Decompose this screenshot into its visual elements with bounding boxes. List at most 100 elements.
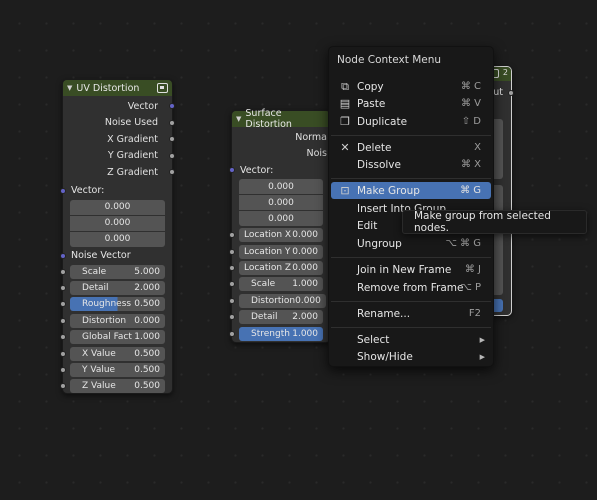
field-value: 1.000 — [134, 332, 160, 343]
field-label: Scale — [251, 279, 276, 290]
menu-separator — [331, 257, 491, 258]
field-label: Distortion — [251, 295, 296, 306]
menu-item-shortcut: ⌥ P — [460, 282, 481, 293]
value-input-socket[interactable] — [60, 383, 66, 390]
field-label: Location Y — [244, 246, 291, 257]
surface-distortion-node[interactable]: ▼ Surface Distortion Norma Nois Vector: … — [229, 108, 331, 343]
field-value: 0.500 — [134, 348, 160, 359]
value-output-socket[interactable] — [169, 119, 175, 126]
detail-field[interactable]: Detail 2.000 — [70, 281, 165, 296]
menu-item-shortcut: ⌘ J — [464, 264, 481, 275]
vector-z-field[interactable]: 0.000 — [70, 231, 165, 247]
menu-item-label: Copy — [357, 80, 384, 93]
field-label: Scale — [82, 266, 107, 277]
menu-item-label: Dissolve — [357, 158, 401, 171]
value-input-socket[interactable] — [229, 264, 235, 271]
value-input-socket[interactable] — [60, 285, 66, 292]
value-input-socket[interactable] — [60, 268, 66, 275]
property-row: Strength 1.000 — [229, 325, 330, 341]
rename-menu-item[interactable]: Rename... F2 — [331, 305, 491, 322]
menu-separator — [331, 178, 491, 179]
roughness-field[interactable]: Roughness 0.500 — [70, 297, 165, 312]
global-factor-field[interactable]: Global Fact 1.000 — [70, 330, 165, 345]
node-header[interactable]: ▼ UV Distortion — [63, 80, 172, 96]
field-value: 5.000 — [134, 266, 160, 277]
node-context-menu: Node Context Menu ⧉ Copy ⌘ C ▤ Paste ⌘ V… — [328, 46, 494, 367]
field-label: Strength — [251, 328, 290, 339]
output-socket-row: X Gradient — [63, 131, 175, 148]
menu-item-label: Delete — [357, 141, 392, 154]
copy-menu-item[interactable]: ⧉ Copy ⌘ C — [331, 78, 491, 95]
make-group-menu-item[interactable]: ⊡ Make Group ⌘ G — [331, 182, 491, 199]
vector-x-field[interactable]: 0.000 — [70, 199, 165, 215]
vector-z-field[interactable]: 0.000 — [239, 211, 323, 226]
scale-field[interactable]: Scale 5.000 — [70, 264, 165, 279]
property-row: Distortion 0.000 — [60, 313, 172, 329]
property-row: Global Fact 1.000 — [60, 329, 172, 345]
join-in-new-frame-menu-item[interactable]: Join in New Frame ⌘ J — [331, 261, 491, 278]
y-value-field[interactable]: Y Value 0.500 — [70, 363, 165, 378]
input-label: Noise Vector — [71, 250, 131, 261]
value-input-socket[interactable] — [60, 367, 66, 374]
value-input-socket[interactable] — [60, 317, 66, 324]
node-header[interactable]: ▼ Surface Distortion — [232, 108, 330, 130]
output-label: Z Gradient — [107, 166, 158, 178]
field-value: 0.000 — [134, 315, 160, 326]
value-input-socket[interactable] — [60, 301, 66, 308]
field-value: 0.000 — [292, 262, 318, 273]
value-output-socket[interactable] — [169, 152, 175, 159]
output-label: Norma — [295, 131, 327, 143]
detail-field[interactable]: Detail 2.000 — [239, 310, 323, 325]
node-group-icon[interactable] — [157, 83, 168, 93]
field-label: X Value — [82, 348, 116, 359]
show-hide-submenu-item[interactable]: Show/Hide ▶ — [331, 348, 491, 365]
location-z-field[interactable]: Location Z 0.000 — [239, 260, 323, 275]
value-output-socket[interactable] — [169, 169, 175, 176]
location-y-field[interactable]: Location Y 0.000 — [239, 244, 323, 259]
distortion-field[interactable]: Distortion 0.000 — [70, 313, 165, 328]
vector-y-field[interactable]: 0.000 — [70, 215, 165, 231]
vector-input-socket[interactable] — [60, 252, 66, 259]
distortion-field[interactable]: Distortion 0.000 — [239, 293, 326, 308]
submenu-arrow-icon: ▶ — [479, 335, 485, 344]
uv-distortion-node[interactable]: ▼ UV Distortion Vector Noise Used X Grad… — [60, 79, 175, 394]
value-input-socket[interactable] — [229, 232, 235, 239]
z-value-field[interactable]: Z Value 0.500 — [70, 379, 165, 394]
menu-item-label: Edit — [357, 219, 378, 232]
vector-input-socket[interactable] — [229, 167, 235, 173]
collapse-chevron-icon[interactable]: ▼ — [236, 115, 241, 123]
remove-from-frame-menu-item[interactable]: Remove from Frame ⌥ P — [331, 279, 491, 296]
dissolve-menu-item[interactable]: Dissolve ⌘ X — [331, 156, 491, 173]
x-value-field[interactable]: X Value 0.500 — [70, 346, 165, 361]
value-input-socket[interactable] — [229, 330, 235, 337]
property-row: Scale 5.000 — [60, 264, 172, 280]
paste-menu-item[interactable]: ▤ Paste ⌘ V — [331, 95, 491, 112]
value-output-socket[interactable] — [169, 136, 175, 143]
vector-output-socket[interactable] — [169, 103, 175, 110]
collapse-chevron-icon[interactable]: ▼ — [67, 84, 72, 92]
vector-x-field[interactable]: 0.000 — [239, 179, 323, 194]
ungroup-menu-item[interactable]: Ungroup ⌥ ⌘ G — [331, 235, 491, 252]
make-group-tooltip: Make group from selected nodes. — [402, 210, 587, 234]
duplicate-menu-item[interactable]: ❐ Duplicate ⇧ D — [331, 113, 491, 130]
strength-field[interactable]: Strength 1.000 — [239, 326, 323, 341]
delete-menu-item[interactable]: ✕ Delete X — [331, 139, 491, 156]
value-input-socket[interactable] — [60, 334, 66, 341]
value-input-socket[interactable] — [229, 314, 235, 321]
menu-item-label: Remove from Frame — [357, 281, 464, 294]
value-input-socket[interactable] — [60, 350, 66, 357]
property-row: Y Value 0.500 — [60, 362, 172, 378]
location-x-field[interactable]: Location X 0.000 — [239, 228, 323, 243]
value-input-socket[interactable] — [229, 248, 235, 255]
value-output-socket[interactable] — [508, 90, 514, 96]
select-submenu-item[interactable]: Select ▶ — [331, 331, 491, 348]
value-input-socket[interactable] — [229, 281, 235, 288]
vector-y-field[interactable]: 0.000 — [239, 195, 323, 210]
field-label: Global Fact — [82, 332, 132, 343]
output-socket-row: Noise Used — [63, 115, 175, 132]
field-value: 2.000 — [292, 312, 318, 323]
scale-field[interactable]: Scale 1.000 — [239, 277, 323, 292]
vector-input-socket[interactable] — [60, 187, 66, 194]
menu-title: Node Context Menu — [337, 53, 442, 66]
value-input-socket[interactable] — [229, 297, 235, 304]
